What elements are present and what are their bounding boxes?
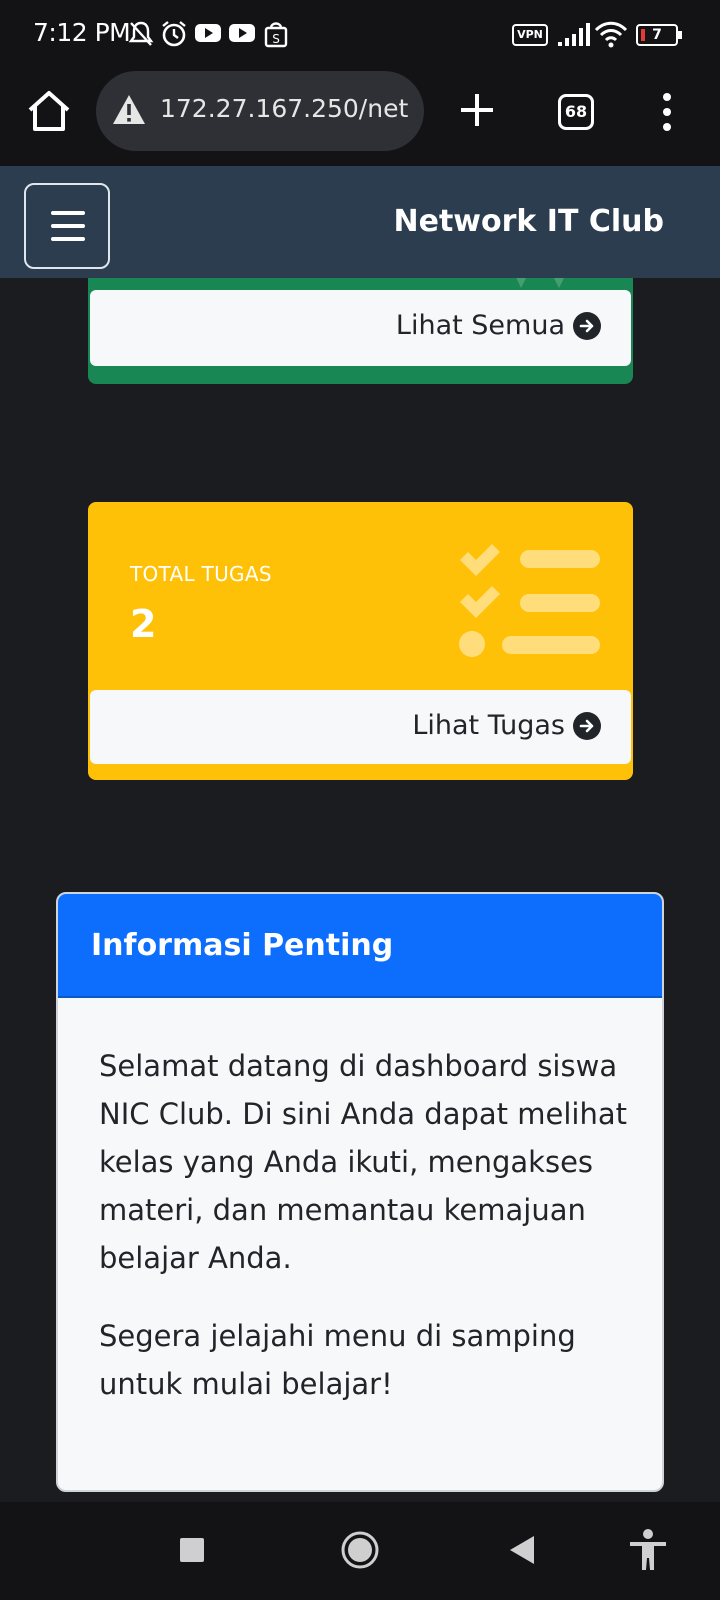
stat-card-green: Lihat Semua (88, 278, 633, 384)
status-bar: 7:12 PM S VPN 7 (0, 0, 720, 68)
app-navbar: Network IT Club (0, 166, 720, 278)
youtube-icon (229, 24, 255, 42)
view-tasks-label: Lihat Tugas (412, 710, 565, 741)
main-content: Lihat Semua TOTAL TUGAS 2 Lihat Tugas In… (0, 278, 720, 1502)
arrow-right-circle-icon (573, 311, 601, 340)
brand-title[interactable]: Network IT Club (393, 204, 664, 239)
view-tasks-link[interactable]: Lihat Tugas (412, 710, 601, 741)
signal-icon (558, 23, 590, 46)
stat-card-tasks: TOTAL TUGAS 2 Lihat Tugas (88, 502, 633, 780)
home-icon[interactable] (26, 88, 72, 134)
vpn-icon: VPN (512, 24, 548, 46)
youtube-icon (195, 24, 221, 42)
accessibility-icon[interactable] (628, 1528, 668, 1572)
new-tab-icon[interactable] (455, 88, 499, 132)
wifi-icon (594, 21, 628, 48)
browser-toolbar: 172.27.167.250/network 68 (0, 68, 720, 166)
total-tasks-value: 2 (130, 602, 157, 646)
tasks-icon (459, 544, 600, 657)
screen: 7:12 PM S VPN 7 172.27.167.250/net 68 Ne… (0, 0, 720, 1600)
home-nav-icon[interactable] (340, 1530, 380, 1570)
url-text[interactable]: 172.27.167.250/network (160, 94, 408, 123)
hamburger-line (51, 237, 85, 241)
alarm-icon (162, 21, 186, 47)
info-card-title: Informasi Penting (91, 928, 394, 963)
view-all-link[interactable]: Lihat Semua (396, 310, 601, 341)
total-tasks-label: TOTAL TUGAS (130, 562, 272, 586)
recents-icon[interactable] (178, 1536, 206, 1564)
card-footer: Lihat Semua (90, 290, 631, 366)
tab-switcher-button[interactable]: 68 (558, 94, 594, 130)
hamburger-line (51, 224, 85, 228)
status-time: 7:12 PM (33, 18, 131, 47)
shopee-icon: S (264, 22, 288, 48)
bell-off-icon (128, 21, 154, 46)
back-icon[interactable] (508, 1534, 536, 1566)
more-vert-icon[interactable] (655, 90, 679, 134)
battery-icon: 7 (636, 24, 682, 46)
info-paragraph: Selamat datang di dashboard siswa NIC Cl… (99, 1049, 627, 1275)
svg-text:S: S (272, 32, 280, 46)
arrow-right-circle-icon (573, 711, 601, 740)
menu-toggle-button[interactable] (24, 183, 110, 269)
card-footer: Lihat Tugas (90, 690, 631, 764)
info-card: Informasi Penting Selamat datang di dash… (56, 892, 664, 1492)
view-all-label: Lihat Semua (395, 310, 565, 341)
hamburger-line (51, 211, 85, 215)
info-card-header: Informasi Penting (58, 894, 662, 998)
battery-level: 7 (652, 27, 662, 43)
info-paragraph: Segera jelajahi menu di samping untuk mu… (99, 1319, 576, 1401)
system-navigation-bar (0, 1502, 720, 1600)
not-secure-warning-icon[interactable] (112, 93, 146, 127)
info-card-body: Selamat datang di dashboard siswa NIC Cl… (99, 1042, 639, 1408)
address-bar[interactable]: 172.27.167.250/network (96, 71, 424, 151)
